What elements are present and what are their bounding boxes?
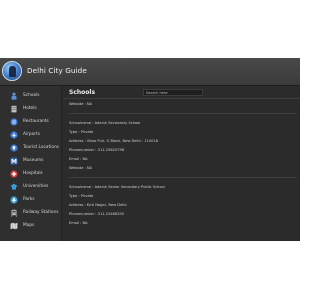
railway-station-icon bbox=[10, 209, 18, 217]
sidebar-item-hospitals[interactable]: Hospitals bbox=[0, 167, 62, 180]
content-panel: Schools Website : NA Schoolname : Adarsh… bbox=[63, 86, 300, 241]
airport-icon bbox=[10, 130, 18, 139]
divider bbox=[69, 113, 297, 114]
school-icon bbox=[10, 92, 18, 100]
result-line: Phonenumber : 011-25620798 bbox=[69, 148, 125, 152]
result-line: Website : NA bbox=[69, 166, 92, 170]
sidebar-item-parks[interactable]: Parks bbox=[0, 193, 62, 206]
result-line: Schoolname : Adarsh Secondary School bbox=[69, 121, 141, 125]
results-list: Website : NA Schoolname : Adarsh Seconda… bbox=[69, 100, 297, 228]
result-line: Email : NA bbox=[69, 157, 88, 161]
sidebar-item-label: Universities bbox=[23, 184, 49, 189]
sidebar-item-tourist-locations[interactable]: Tourist Locations bbox=[0, 141, 62, 154]
list-item[interactable]: Schoolname : Adarsh Secondary School Typ… bbox=[69, 119, 297, 173]
sidebar-item-label: Railway Stations bbox=[23, 210, 59, 215]
svg-text:M: M bbox=[11, 158, 17, 165]
header-divider bbox=[63, 98, 300, 99]
result-line: Address : Vikas Puri, G Block, New Delhi… bbox=[69, 139, 159, 143]
sidebar-item-label: Hospitals bbox=[23, 171, 43, 176]
list-item[interactable]: Schoolname : Adarsh Senior Secondary Pub… bbox=[69, 183, 297, 228]
result-line: Schoolname : Adarsh Senior Secondary Pub… bbox=[69, 185, 165, 189]
search-input[interactable] bbox=[143, 89, 203, 96]
sidebar: Schools Hotels Restaurants Airports Tour… bbox=[0, 86, 62, 241]
sidebar-item-label: Maps bbox=[23, 223, 35, 228]
result-line: Type : Private bbox=[69, 194, 94, 198]
app-logo-icon bbox=[2, 61, 22, 81]
university-icon bbox=[10, 183, 18, 191]
sidebar-item-museums[interactable]: M Museums bbox=[0, 154, 62, 167]
result-line: Address : Kirti Nagar, New Delhi bbox=[69, 203, 127, 207]
sidebar-item-label: Hotels bbox=[23, 106, 37, 111]
sidebar-item-railway-stations[interactable]: Railway Stations bbox=[0, 206, 62, 219]
result-line: Email : NA bbox=[69, 221, 88, 225]
sidebar-item-universities[interactable]: Universities bbox=[0, 180, 62, 193]
sidebar-item-maps[interactable]: Maps bbox=[0, 219, 62, 232]
museum-icon: M bbox=[10, 157, 18, 165]
sidebar-item-airports[interactable]: Airports bbox=[0, 128, 62, 141]
restaurant-icon bbox=[10, 117, 18, 126]
tourist-location-icon bbox=[10, 143, 18, 152]
divider bbox=[69, 177, 297, 178]
title-bar: Delhi City Guide bbox=[0, 58, 300, 86]
section-title: Schools bbox=[69, 89, 96, 96]
result-line: Type : Private bbox=[69, 130, 94, 134]
park-icon bbox=[10, 195, 18, 204]
sidebar-item-label: Parks bbox=[23, 197, 35, 202]
result-line: Phonenumber : 011-25466335 bbox=[69, 212, 125, 216]
sidebar-item-label: Schools bbox=[23, 93, 40, 98]
result-line: Website : NA bbox=[69, 102, 92, 106]
app-title: Delhi City Guide bbox=[27, 66, 87, 75]
sidebar-item-restaurants[interactable]: Restaurants bbox=[0, 115, 62, 128]
sidebar-item-label: Tourist Locations bbox=[23, 145, 59, 150]
list-item[interactable]: Website : NA bbox=[69, 100, 297, 109]
app-window: Delhi City Guide Schools Hotels Restaura… bbox=[0, 58, 300, 241]
sidebar-item-label: Restaurants bbox=[23, 119, 49, 124]
map-icon bbox=[10, 222, 18, 230]
hotel-icon bbox=[10, 105, 18, 113]
sidebar-item-label: Airports bbox=[23, 132, 40, 137]
hospital-icon bbox=[10, 169, 18, 178]
sidebar-item-hotels[interactable]: Hotels bbox=[0, 102, 62, 115]
sidebar-item-label: Museums bbox=[23, 158, 44, 163]
sidebar-item-schools[interactable]: Schools bbox=[0, 89, 62, 102]
